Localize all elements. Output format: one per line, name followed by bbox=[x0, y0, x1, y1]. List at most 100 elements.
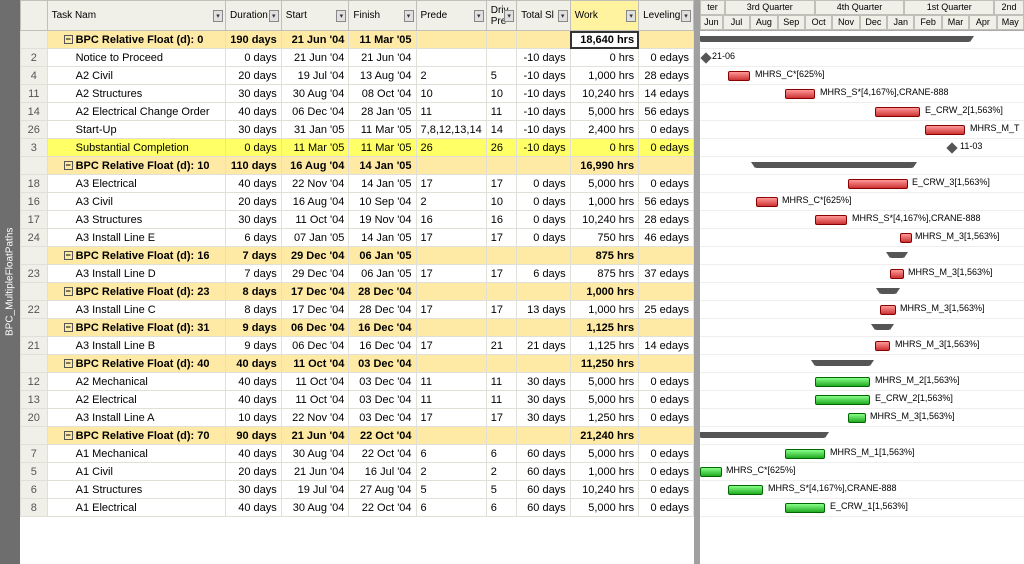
cell-finish: 03 Dec '04 bbox=[349, 391, 416, 409]
task-bar[interactable] bbox=[785, 449, 825, 459]
timeline-month: Feb bbox=[914, 15, 941, 30]
group-row[interactable]: −BPC Relative Float (d): 7090 days21 Jun… bbox=[21, 427, 694, 445]
col-header-driv[interactable]: Driv Pre▾ bbox=[486, 1, 516, 31]
cell-work: 5,000 hrs bbox=[570, 445, 638, 463]
task-bar[interactable] bbox=[925, 125, 965, 135]
collapse-icon[interactable]: − bbox=[64, 431, 73, 440]
task-bar[interactable] bbox=[848, 413, 866, 423]
cell-slack: 60 days bbox=[517, 499, 571, 517]
task-row[interactable]: 6A1 Structures30 days19 Jul '0427 Aug '0… bbox=[21, 481, 694, 499]
task-row[interactable]: 3Substantial Completion0 days11 Mar '051… bbox=[21, 139, 694, 157]
task-row[interactable]: 13A2 Electrical40 days11 Oct '0403 Dec '… bbox=[21, 391, 694, 409]
collapse-icon[interactable]: − bbox=[64, 161, 73, 170]
collapse-icon[interactable]: − bbox=[64, 251, 73, 260]
filter-dropdown-icon[interactable]: ▾ bbox=[558, 10, 568, 22]
cell-lev: 28 edays bbox=[639, 211, 694, 229]
milestone-diamond[interactable] bbox=[946, 142, 957, 153]
summary-bar[interactable] bbox=[875, 324, 890, 330]
task-row[interactable]: 22A3 Install Line C8 days17 Dec '0428 De… bbox=[21, 301, 694, 319]
cell-pred: 17 bbox=[416, 337, 486, 355]
task-bar[interactable] bbox=[875, 341, 890, 351]
summary-bar[interactable] bbox=[700, 36, 970, 42]
task-bar[interactable] bbox=[785, 89, 815, 99]
cell-pred: 2 bbox=[416, 463, 486, 481]
task-bar[interactable] bbox=[815, 377, 870, 387]
col-header-idx[interactable] bbox=[21, 1, 48, 31]
filter-dropdown-icon[interactable]: ▾ bbox=[681, 10, 691, 22]
col-header-work[interactable]: Work▾ bbox=[570, 1, 638, 31]
task-row[interactable]: 18A3 Electrical40 days22 Nov '0414 Jan '… bbox=[21, 175, 694, 193]
cell-driv: 10 bbox=[486, 85, 516, 103]
collapse-icon[interactable]: − bbox=[64, 359, 73, 368]
summary-bar[interactable] bbox=[815, 360, 870, 366]
filter-dropdown-icon[interactable]: ▾ bbox=[504, 10, 514, 22]
filter-dropdown-icon[interactable]: ▾ bbox=[213, 10, 223, 22]
bar-label: MHRS_M_3[1,563%] bbox=[915, 231, 1000, 241]
group-row[interactable]: −BPC Relative Float (d): 0190 days21 Jun… bbox=[21, 31, 694, 49]
task-row[interactable]: 20A3 Install Line A10 days22 Nov '0403 D… bbox=[21, 409, 694, 427]
task-bar[interactable] bbox=[700, 467, 722, 477]
group-row[interactable]: −BPC Relative Float (d): 4040 days11 Oct… bbox=[21, 355, 694, 373]
cell-slack: 0 days bbox=[517, 229, 571, 247]
filter-dropdown-icon[interactable]: ▾ bbox=[474, 10, 484, 22]
task-row[interactable]: 11A2 Structures30 days30 Aug '0408 Oct '… bbox=[21, 85, 694, 103]
task-row[interactable]: 2Notice to Proceed0 days21 Jun '0421 Jun… bbox=[21, 49, 694, 67]
task-bar[interactable] bbox=[875, 107, 920, 117]
col-header-start[interactable]: Start▾ bbox=[281, 1, 349, 31]
group-row[interactable]: −BPC Relative Float (d): 167 days29 Dec … bbox=[21, 247, 694, 265]
summary-bar[interactable] bbox=[880, 288, 896, 294]
task-bar[interactable] bbox=[815, 215, 847, 225]
col-header-dur[interactable]: Duration▾ bbox=[226, 1, 282, 31]
col-header-finish[interactable]: Finish▾ bbox=[349, 1, 416, 31]
task-bar[interactable] bbox=[900, 233, 912, 243]
task-row[interactable]: 5A1 Civil20 days21 Jun '0416 Jul '042260… bbox=[21, 463, 694, 481]
group-row[interactable]: −BPC Relative Float (d): 10110 days16 Au… bbox=[21, 157, 694, 175]
col-header-task[interactable]: Task Nam▾ bbox=[47, 1, 225, 31]
col-header-pred[interactable]: Prede▾ bbox=[416, 1, 486, 31]
task-row[interactable]: 17A3 Structures30 days11 Oct '0419 Nov '… bbox=[21, 211, 694, 229]
task-row[interactable]: 8A1 Electrical40 days30 Aug '0422 Oct '0… bbox=[21, 499, 694, 517]
cell-dur: 9 days bbox=[226, 337, 282, 355]
cell-slack: 30 days bbox=[517, 391, 571, 409]
collapse-icon[interactable]: − bbox=[64, 323, 73, 332]
summary-bar[interactable] bbox=[890, 252, 904, 258]
task-row[interactable]: 12A2 Mechanical40 days11 Oct '0403 Dec '… bbox=[21, 373, 694, 391]
task-row[interactable]: 4A2 Civil20 days19 Jul '0413 Aug '0425-1… bbox=[21, 67, 694, 85]
milestone-diamond[interactable] bbox=[700, 52, 711, 63]
task-bar[interactable] bbox=[890, 269, 904, 279]
cell-dur: 40 days bbox=[226, 391, 282, 409]
side-tab[interactable]: BPC_MultipleFloatPaths bbox=[0, 0, 20, 564]
group-row[interactable]: −BPC Relative Float (d): 319 days06 Dec … bbox=[21, 319, 694, 337]
task-row[interactable]: 24A3 Install Line E6 days07 Jan '0514 Ja… bbox=[21, 229, 694, 247]
filter-dropdown-icon[interactable]: ▾ bbox=[404, 10, 414, 22]
task-row[interactable]: 23A3 Install Line D7 days29 Dec '0406 Ja… bbox=[21, 265, 694, 283]
task-bar[interactable] bbox=[880, 305, 896, 315]
cell-lev: 0 edays bbox=[639, 499, 694, 517]
task-row[interactable]: 7A1 Mechanical40 days30 Aug '0422 Oct '0… bbox=[21, 445, 694, 463]
gantt-pane[interactable]: ter3rd Quarter4th Quarter1st Quarter2nd … bbox=[700, 0, 1024, 564]
summary-bar[interactable] bbox=[755, 162, 913, 168]
cell-idx: 24 bbox=[21, 229, 48, 247]
task-row[interactable]: 26Start-Up30 days31 Jan '0511 Mar '057,8… bbox=[21, 121, 694, 139]
filter-dropdown-icon[interactable]: ▾ bbox=[626, 10, 636, 22]
collapse-icon[interactable]: − bbox=[64, 287, 73, 296]
task-bar[interactable] bbox=[815, 395, 870, 405]
collapse-icon[interactable]: − bbox=[64, 35, 73, 44]
cell-task: A1 Civil bbox=[47, 463, 225, 481]
task-bar[interactable] bbox=[785, 503, 825, 513]
cell-work: 10,240 hrs bbox=[570, 85, 638, 103]
filter-dropdown-icon[interactable]: ▾ bbox=[336, 10, 346, 22]
col-header-lev[interactable]: Leveling▾ bbox=[639, 1, 694, 31]
task-bar[interactable] bbox=[756, 197, 778, 207]
task-bar[interactable] bbox=[728, 485, 763, 495]
group-row[interactable]: −BPC Relative Float (d): 238 days17 Dec … bbox=[21, 283, 694, 301]
task-row[interactable]: 21A3 Install Line B9 days06 Dec '0416 De… bbox=[21, 337, 694, 355]
filter-dropdown-icon[interactable]: ▾ bbox=[269, 10, 279, 22]
task-row[interactable]: 14A2 Electrical Change Order40 days06 De… bbox=[21, 103, 694, 121]
cell-task: A1 Mechanical bbox=[47, 445, 225, 463]
task-bar[interactable] bbox=[728, 71, 750, 81]
task-row[interactable]: 16A3 Civil20 days16 Aug '0410 Sep '04210… bbox=[21, 193, 694, 211]
summary-bar[interactable] bbox=[700, 432, 825, 438]
task-bar[interactable] bbox=[848, 179, 908, 189]
col-header-slack[interactable]: Total Sl▾ bbox=[517, 1, 571, 31]
